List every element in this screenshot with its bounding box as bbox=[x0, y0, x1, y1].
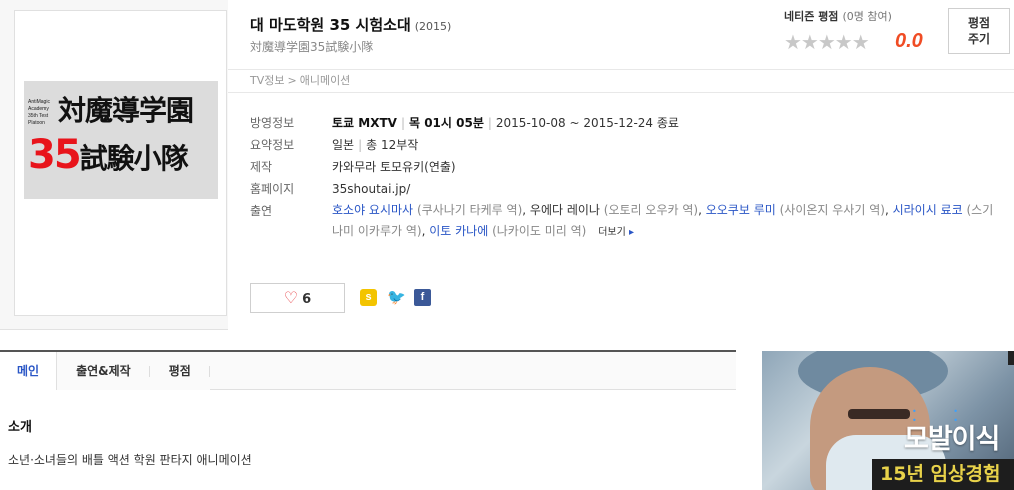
release-year: (2015) bbox=[414, 20, 452, 33]
cast-role: (사이온지 우사기 역) bbox=[779, 203, 885, 217]
detail-row-summary: 요약정보 일본 | 총 12부작 bbox=[250, 134, 1010, 156]
rating-box: 네티즌 평점 (0명 참여) ★★★★★ 0.0 bbox=[784, 8, 934, 54]
share-buttons: s 🐦 f bbox=[360, 289, 431, 306]
cast-role: (오토리 오우카 역) bbox=[603, 203, 699, 217]
cast-actor-link[interactable]: 우에다 레이나 bbox=[530, 203, 600, 217]
cast-label: 출연 bbox=[250, 204, 273, 218]
like-count: 6 bbox=[302, 292, 312, 307]
rate-button-label-2: 주기 bbox=[967, 32, 991, 46]
broadcast-label: 방영정보 bbox=[250, 116, 295, 130]
homepage-link[interactable]: 35shoutai.jp/ bbox=[332, 178, 410, 200]
broadcast-value: 토쿄 MXTV | 목 01시 05분 | 2015-10-08 ~ 2015-12-2… bbox=[332, 116, 679, 130]
original-title: 対魔導学園35試験小隊 bbox=[250, 40, 374, 54]
broadcast-period: 2015-10-08 ~ 2015-12-24 종료 bbox=[495, 116, 679, 130]
cast-actor-link[interactable]: 이토 카나에 bbox=[429, 224, 488, 238]
detail-row-cast: 출연 호소야 요시마사 (쿠사나기 타케루 역), 우에다 레이나 (오토리 오… bbox=[250, 200, 1010, 243]
ad-surgeon-glasses bbox=[848, 409, 910, 419]
intro-text: 소년·소녀들의 배틀 액션 학원 판타지 애니메이션 bbox=[8, 453, 252, 467]
breadcrumb: TV정보 > 애니메이션 bbox=[228, 69, 1014, 93]
breadcrumb-item-animation[interactable]: 애니메이션 bbox=[300, 74, 351, 87]
detail-row-production: 제작 카와무라 토모유키(연출) bbox=[250, 156, 1010, 178]
broadcast-time: 목 01시 05분 bbox=[408, 116, 484, 130]
rate-button[interactable]: 평점 주기 bbox=[948, 8, 1010, 54]
kakaostory-icon[interactable]: s bbox=[360, 289, 377, 306]
tab-cast-production[interactable]: 출연&제작 bbox=[57, 352, 150, 390]
summary-value: 일본 | 총 12부작 bbox=[332, 138, 419, 152]
cast-role: (나카이도 미리 역) bbox=[492, 224, 587, 238]
tab-bar-filler bbox=[209, 352, 736, 389]
broadcast-channel: 토쿄 MXTV bbox=[332, 116, 397, 130]
header-section: AntiMagic Academy 35th Test Platoon 対魔導学… bbox=[0, 0, 1014, 330]
ad-corner-mark bbox=[1008, 351, 1014, 365]
poster-image: AntiMagic Academy 35th Test Platoon 対魔導学… bbox=[24, 81, 218, 199]
breadcrumb-separator: > bbox=[287, 74, 297, 87]
tab-bar: 메인 출연&제작 평점 bbox=[0, 350, 736, 390]
ad-banner[interactable]: • • • • 모발이식 15년 임상경험 bbox=[762, 351, 1014, 490]
tab-main[interactable]: 메인 bbox=[0, 352, 58, 390]
heart-icon: ♡ bbox=[283, 288, 299, 307]
cast-list: 호소야 요시마사 (쿠사나기 타케루 역), 우에다 레이나 (오토리 오우카 … bbox=[332, 203, 994, 238]
like-button[interactable]: ♡ 6 bbox=[250, 283, 345, 313]
poster-title-line2: 35試験小隊 bbox=[28, 132, 189, 184]
production-label: 제작 bbox=[250, 160, 273, 174]
rating-label-text: 네티즌 평점 bbox=[784, 10, 839, 23]
breadcrumb-item-tv[interactable]: TV정보 bbox=[250, 74, 284, 87]
more-cast-link[interactable]: 더보기 ▸ bbox=[598, 227, 634, 238]
summary-country: 일본 bbox=[332, 138, 355, 152]
summary-episodes: 총 12부작 bbox=[366, 138, 419, 152]
twitter-icon[interactable]: 🐦 bbox=[387, 289, 406, 306]
production-value: 카와무라 토모유키(연출) bbox=[332, 160, 456, 174]
homepage-label: 홈페이지 bbox=[250, 182, 295, 196]
poster-small-text: AntiMagic Academy 35th Test Platoon bbox=[28, 99, 50, 126]
cast-role: (쿠사나기 타케루 역) bbox=[416, 203, 523, 217]
more-label: 더보기 bbox=[598, 227, 626, 238]
page-title: 대 마도학원 35 시험소대 bbox=[250, 16, 411, 34]
poster-number: 35 bbox=[28, 132, 82, 178]
poster-frame[interactable]: AntiMagic Academy 35th Test Platoon 対魔導学… bbox=[14, 10, 227, 316]
intro-title: 소개 bbox=[8, 420, 32, 435]
ad-subline: 15년 임상경험 bbox=[872, 459, 1014, 490]
rating-count: (0명 참여) bbox=[842, 10, 892, 23]
cast-actor-link[interactable]: 시라이시 료코 bbox=[893, 203, 963, 217]
chevron-right-icon: ▸ bbox=[628, 227, 635, 238]
detail-list: 방영정보 토쿄 MXTV | 목 01시 05분 | 2015-10-08 ~ 2015… bbox=[250, 112, 1010, 243]
title-row: 대 마도학원 35 시험소대 (2015) bbox=[250, 14, 451, 35]
rating-label: 네티즌 평점 (0명 참여) bbox=[784, 8, 934, 24]
facebook-icon[interactable]: f bbox=[414, 289, 431, 306]
detail-row-homepage: 홈페이지 35shoutai.jp/ bbox=[250, 178, 1010, 200]
poster-kanji: 試験小隊 bbox=[79, 142, 189, 175]
detail-row-broadcast: 방영정보 토쿄 MXTV | 목 01시 05분 | 2015-10-08 ~ 2015… bbox=[250, 112, 1010, 134]
cast-actor-link[interactable]: 호소야 요시마사 bbox=[332, 203, 413, 217]
info-panel: 대 마도학원 35 시험소대 (2015) 対魔導学園35試験小隊 네티즌 평점(… bbox=[228, 0, 1014, 330]
rating-score: 0.0 bbox=[895, 30, 923, 52]
star-icon: ★★★★★ bbox=[784, 30, 870, 54]
summary-label: 요약정보 bbox=[250, 138, 295, 152]
ad-headline: 모발이식 bbox=[904, 424, 1000, 455]
rate-button-label-1: 평점 bbox=[967, 16, 991, 30]
poster-title-line1: 対魔導学園 bbox=[58, 94, 194, 127]
tab-rating[interactable]: 평점 bbox=[149, 352, 210, 390]
cast-actor-link[interactable]: 오오쿠보 루미 bbox=[706, 203, 776, 217]
